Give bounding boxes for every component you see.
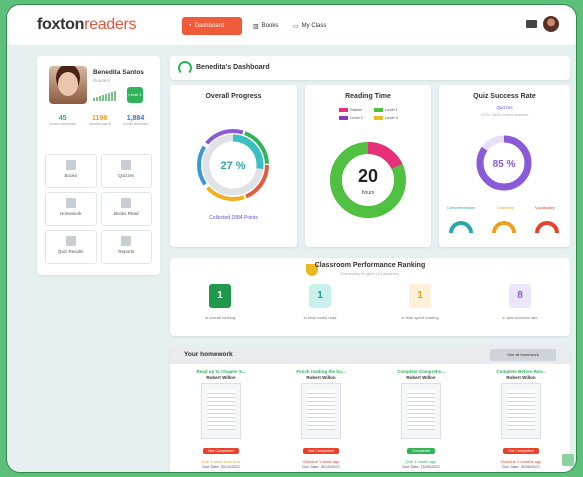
rank-overall: 1 in overall ranking (175, 284, 265, 320)
tile-quizzes[interactable]: Quizzes (100, 154, 152, 188)
quiz-percent: 85 % (493, 159, 516, 170)
profile-card: Benedita Santos Readers Level 1 45 books … (37, 56, 160, 275)
level-badge: Level 1 (127, 87, 143, 103)
signal-icon (93, 91, 119, 101)
homework-icon (65, 198, 76, 208)
legend-item: Starter (339, 107, 374, 112)
profile-photo (49, 66, 87, 104)
profile-stats: 45 books completed 1198 minutes spent 1,88… (43, 115, 154, 127)
worksheet-thumbnail (201, 383, 241, 439)
reading-unit: hours (362, 190, 375, 196)
reading-legend: Starter Level 1 Level 2 Level 3 (339, 107, 409, 120)
legend-item: Level 3 (374, 115, 409, 120)
homework-item[interactable]: Complete Comprehe... Robert Willon Comple… (376, 369, 466, 469)
homework-item[interactable]: Complete Before Rea... Robert Willon Not … (476, 369, 566, 469)
homework-item[interactable]: Finish reading the bo... Robert Willon No… (276, 369, 366, 469)
ranking-panel: Classroom Performance Ranking Elementary… (170, 258, 570, 336)
overall-percent: 27 % (220, 160, 245, 172)
legend-item: Level 1 (374, 107, 409, 112)
rank-quiz: 8 in quiz success rate (475, 284, 565, 320)
tile-books[interactable]: Books (45, 154, 97, 188)
homework-header: Your homework See all homework (170, 346, 570, 364)
skill-label: Comprehension (447, 205, 476, 210)
rank-time: 1 in time spent reading (375, 284, 465, 320)
quiz-donut: 85 % (476, 135, 532, 191)
overall-progress-panel: Overall Progress 27 % Collected 1884 Poi… (170, 85, 297, 247)
see-all-homework-button[interactable]: See all homework (490, 349, 556, 361)
skill-gauges (449, 221, 559, 234)
profile-name: Benedita Santos (93, 69, 144, 76)
homework-panel: Your homework See all homework Read up t… (170, 346, 570, 472)
homework-item[interactable]: Read up to Chapter 5... Robert Willon Not… (176, 369, 266, 469)
tile-quiz-results[interactable]: Quiz Results (45, 230, 97, 264)
books-icon (65, 160, 76, 170)
ranking-subtitle: Elementary English (15 students) (340, 271, 400, 276)
corner-action-button[interactable] (562, 454, 574, 466)
dashboard-header: Benedita's Dashboard (170, 56, 570, 80)
skill-label: Grammar (497, 205, 514, 210)
book-open-icon (121, 198, 132, 208)
tile-reports[interactable]: Reports (100, 230, 152, 264)
results-icon (65, 236, 76, 246)
homework-title: Your homework (184, 351, 233, 358)
worksheet-thumbnail (301, 383, 341, 439)
tile-homework[interactable]: Homework (45, 192, 97, 226)
rank-books: 1 in total books read (275, 284, 365, 320)
nav-books[interactable]: ▥ Books (253, 17, 278, 35)
stat-points: 1,884 points collected (123, 115, 148, 126)
quiz-title: Quiz Success Rate (473, 93, 536, 100)
nav-dashboard[interactable]: ◔ Dashboard (182, 17, 242, 35)
quiz-answers: 2475 / 2895 correct answers (480, 113, 529, 117)
stat-books: 45 books completed (49, 115, 76, 126)
books-icon: ▥ (253, 23, 259, 30)
mail-icon[interactable] (526, 20, 537, 28)
ranking-title: Classroom Performance Ranking (314, 262, 426, 269)
reading-time-panel: Reading Time Starter Level 1 Level 2 Lev… (305, 85, 431, 247)
reading-title: Reading Time (345, 93, 391, 100)
dashboard-title: Benedita's Dashboard (196, 64, 270, 71)
reports-icon (121, 236, 132, 246)
collected-points: Collected 1884 Points (209, 215, 258, 221)
skill-label: Vocabulary (535, 205, 555, 210)
nav-my-class[interactable]: ▭ My Class (293, 17, 326, 35)
quiz-success-panel: Quiz Success Rate Quizzes 2475 / 2895 co… (439, 85, 570, 247)
top-bar: foxtonreaders ◔ Dashboard ▥ Books ▭ My Clas… (7, 5, 576, 45)
tile-books-read[interactable]: Books Read (100, 192, 152, 226)
legend-item: Level 2 (339, 115, 374, 120)
logo[interactable]: foxtonreaders (37, 16, 137, 34)
stat-minutes: 1198 minutes spent (88, 115, 111, 126)
worksheet-thumbnail (401, 383, 441, 439)
profile-tiles: Books Quizzes Homework Books Read Quiz R… (45, 154, 152, 264)
reading-value: 20 (358, 166, 378, 186)
quiz-icon (121, 160, 132, 170)
profile-role: Readers (93, 78, 111, 83)
gauge-icon: ◔ (188, 23, 192, 29)
reading-donut: 20 hours (330, 142, 406, 218)
class-icon: ▭ (293, 23, 299, 30)
worksheet-thumbnail (501, 383, 541, 439)
quiz-sub: Quizzes (496, 105, 513, 110)
gauge-icon (178, 61, 192, 75)
avatar[interactable] (543, 16, 559, 32)
app-window: foxtonreaders ◔ Dashboard ▥ Books ▭ My Clas… (6, 4, 577, 473)
overall-title: Overall Progress (205, 93, 262, 100)
overall-progress-ring: 27 % (197, 129, 269, 201)
